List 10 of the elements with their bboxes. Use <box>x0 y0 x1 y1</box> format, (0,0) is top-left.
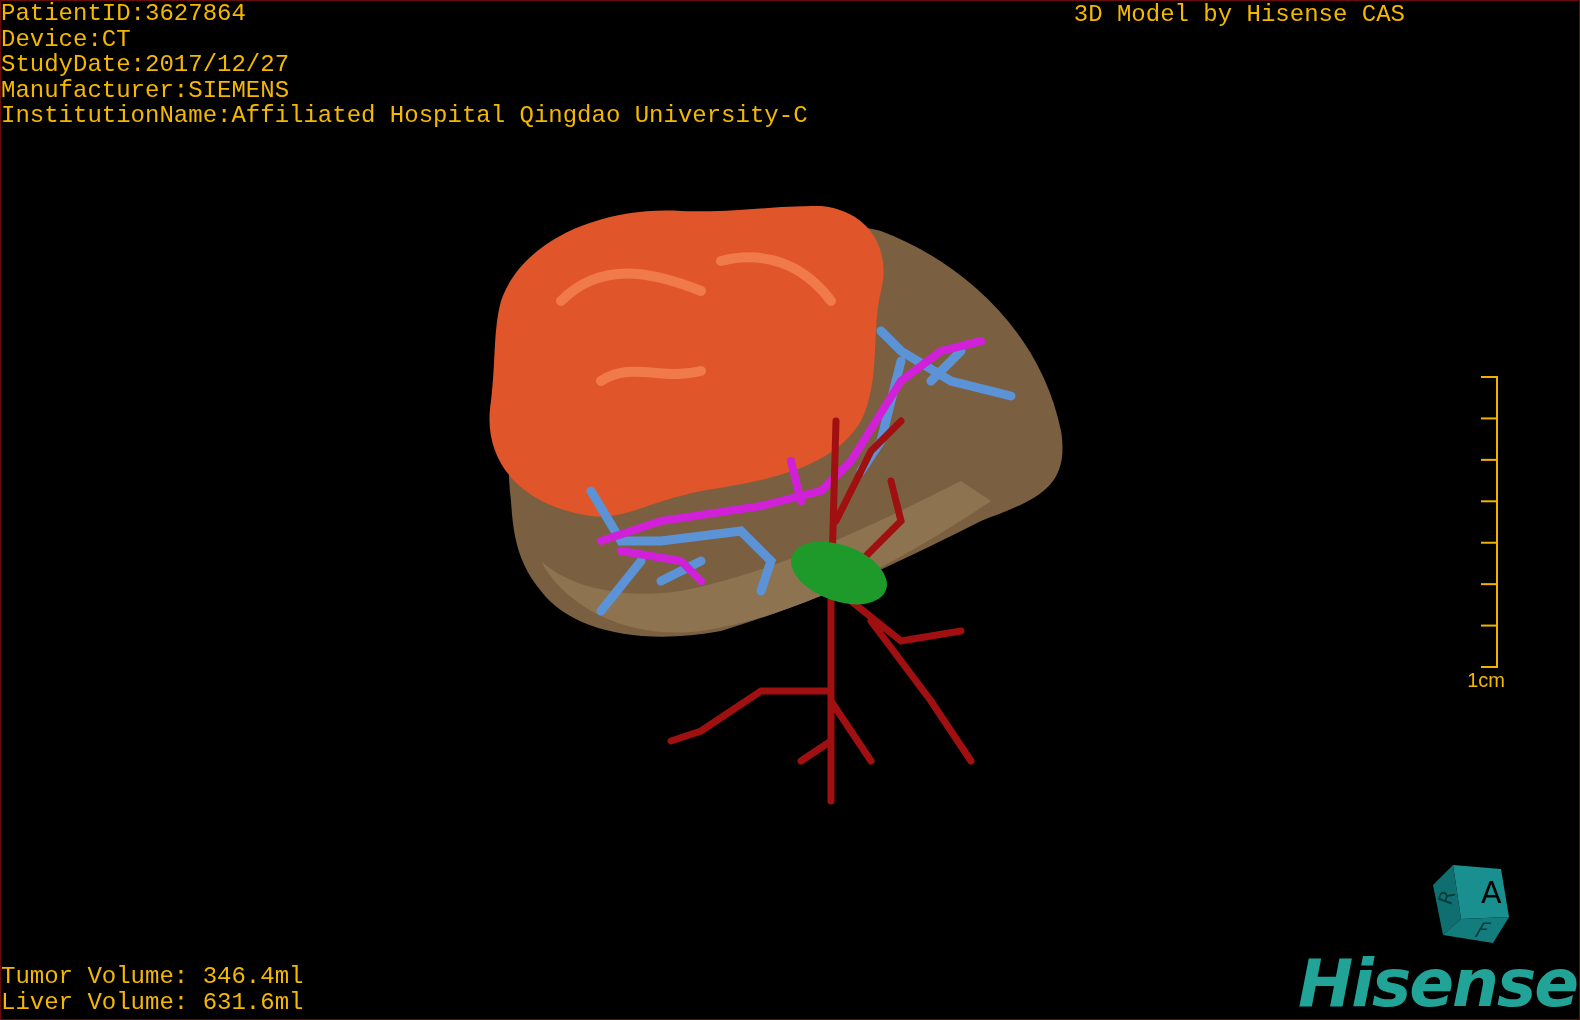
volume-text: Liver Volume: 631.6ml <box>1 989 304 1015</box>
brand-logo: Hisense <box>1298 949 1577 1019</box>
patient-info-text: Device:CT <box>1 26 132 52</box>
scale-label: 1cm <box>1467 667 1505 692</box>
patient-info-text: StudyDate:2017/12/27 <box>1 52 291 78</box>
patient-info-text: Manufacturer:SIEMENS <box>1 77 291 103</box>
volume-text: Tumor Volume: 346.4ml <box>1 964 304 990</box>
viewer-title: 3D Model by Hisense CAS <box>1073 1 1405 29</box>
patient-info-text: InstitutionName:Affiliated Hospital Qingdao University-C <box>1 103 808 129</box>
patient-info-text: PatientID:3627864 <box>1 1 247 27</box>
